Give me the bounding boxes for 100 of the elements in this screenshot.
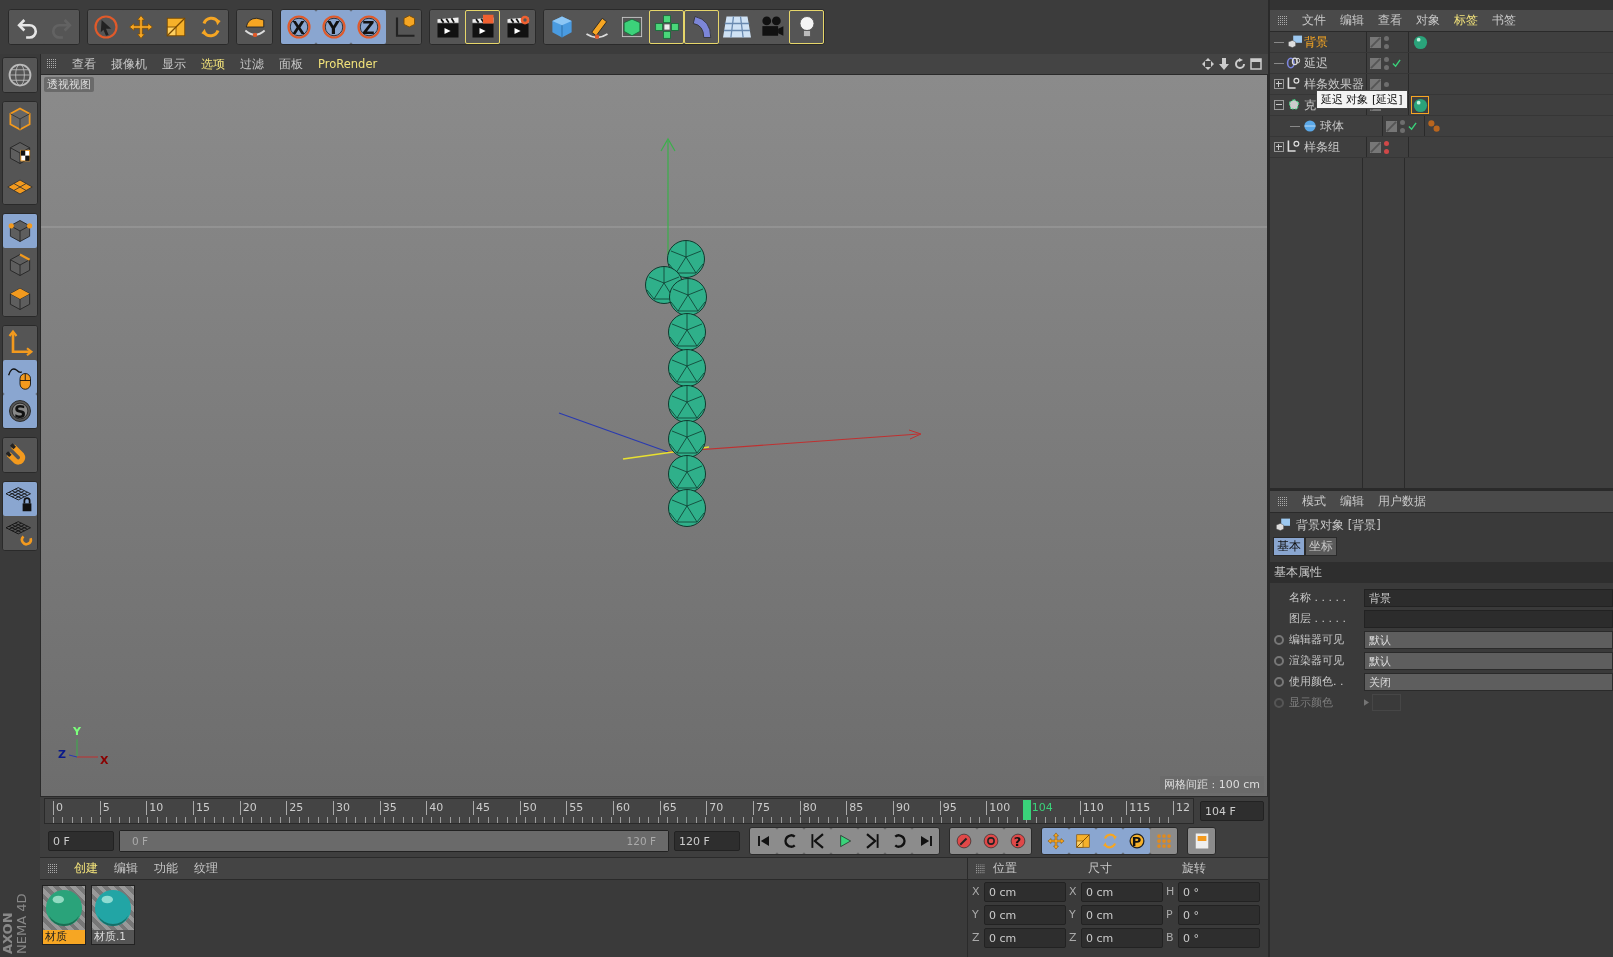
menu-item[interactable]: 功能 (154, 861, 178, 876)
material-tag[interactable] (1411, 33, 1429, 51)
menu-item[interactable]: 编辑 (1340, 494, 1364, 509)
size-field[interactable]: 0 cm (1081, 904, 1163, 925)
iron-button[interactable] (237, 10, 272, 44)
editor-visibility-dot[interactable] (1384, 81, 1389, 87)
maximize-view-icon[interactable] (1250, 58, 1262, 70)
renderviewer-button[interactable] (465, 10, 500, 44)
editor-visibility-dot[interactable] (1384, 140, 1389, 146)
layer-icon[interactable] (1370, 57, 1381, 69)
position-field[interactable]: 0 cm (984, 904, 1066, 925)
material-swatch[interactable]: 材质 (42, 885, 86, 945)
expand-toggle[interactable] (1274, 142, 1284, 152)
rotation-field[interactable]: 0 ° (1178, 927, 1260, 948)
check-icon[interactable] (1392, 58, 1401, 68)
menu-item[interactable]: 查看 (1378, 13, 1402, 28)
object-name[interactable]: 球体 (1320, 118, 1344, 134)
layer-icon[interactable] (1370, 78, 1381, 90)
menu-item[interactable]: 创建 (74, 861, 98, 876)
material-swatch[interactable]: 材质.1 (91, 885, 135, 945)
menu-item[interactable]: 编辑 (114, 861, 138, 876)
menu-item[interactable]: 显示 (162, 56, 186, 72)
last-button[interactable] (912, 828, 939, 854)
menu-item[interactable]: 摄像机 (111, 56, 147, 72)
layer-icon[interactable] (1386, 120, 1397, 132)
menu-item[interactable]: 过滤 (240, 56, 264, 72)
menu-item[interactable]: 面板 (279, 56, 303, 72)
dots-button[interactable] (1150, 828, 1177, 854)
frame-field[interactable]: 104 F (1200, 801, 1264, 821)
layout-button[interactable] (1188, 828, 1215, 854)
menu-item[interactable]: 标签 (1454, 13, 1478, 28)
points-button[interactable] (3, 214, 37, 248)
axis-button[interactable]: Y (316, 10, 351, 44)
animate-radio[interactable] (1274, 655, 1284, 666)
menu-item[interactable]: 书签 (1492, 13, 1516, 28)
object-name[interactable]: 背景 (1304, 34, 1328, 50)
viewport[interactable]: Y Z X 透视视图 网格间距 : 100 cm (40, 74, 1268, 797)
move-view-icon[interactable] (1202, 58, 1214, 70)
zoom-view-icon[interactable] (1218, 58, 1230, 70)
globe-button[interactable] (3, 58, 37, 92)
menu-item[interactable]: 文件 (1302, 13, 1326, 28)
bend-button[interactable] (684, 10, 719, 44)
bulb-button[interactable] (789, 10, 824, 44)
playhead[interactable] (1022, 800, 1031, 820)
animate-radio[interactable] (1274, 634, 1284, 645)
render-visibility-dot[interactable] (1384, 148, 1389, 154)
tab[interactable]: 基本 (1273, 537, 1305, 556)
menu-item[interactable]: 对象 (1416, 13, 1440, 28)
expand-toggle[interactable] (1274, 100, 1284, 110)
dropdown[interactable]: 关闭 (1364, 672, 1613, 691)
material-tag[interactable] (1411, 96, 1429, 114)
text-field[interactable] (1364, 609, 1613, 628)
text-field[interactable]: 背景 (1364, 588, 1613, 607)
position-field[interactable]: 0 cm (984, 881, 1066, 902)
expand-toggle[interactable] (1274, 79, 1284, 89)
first-button[interactable] (750, 828, 777, 854)
dropdown[interactable]: 默认 (1364, 651, 1613, 670)
end-frame-field[interactable]: 120 F (674, 831, 740, 851)
magnet-button[interactable] (3, 438, 37, 472)
start-frame-field[interactable]: 0 F (48, 831, 114, 851)
layer-icon[interactable] (1370, 141, 1381, 153)
position-field[interactable]: 0 cm (984, 927, 1066, 948)
record-button[interactable] (950, 828, 977, 854)
object-name[interactable]: 样条组 (1304, 139, 1340, 155)
object-name[interactable]: 延迟 (1304, 55, 1328, 71)
cloner-button[interactable] (649, 10, 684, 44)
pmode-button[interactable]: P (1123, 828, 1150, 854)
axis-button[interactable]: X (281, 10, 316, 44)
editor-visibility-dot[interactable] (1384, 56, 1389, 62)
editor-visibility-dot[interactable] (1384, 35, 1389, 41)
menu-item[interactable]: 编辑 (1340, 13, 1364, 28)
object-name[interactable]: 样条效果器 (1304, 76, 1364, 92)
keysel-button[interactable]: ? (1004, 828, 1031, 854)
render-visibility-dot[interactable] (1384, 43, 1389, 49)
menu-item[interactable]: 查看 (72, 56, 96, 72)
menu-item[interactable]: ProRender (318, 57, 378, 71)
dots-tag-icon[interactable] (1427, 119, 1441, 133)
check-icon[interactable] (1408, 121, 1417, 131)
tab[interactable]: 坐标 (1305, 537, 1337, 556)
layer-icon[interactable] (1370, 36, 1381, 48)
rotation-field[interactable]: 0 ° (1178, 881, 1260, 902)
rotate-view-icon[interactable] (1234, 58, 1246, 70)
menu-item[interactable]: 用户数据 (1378, 494, 1426, 509)
snap-button[interactable]: S (3, 394, 37, 428)
timeline-ruler[interactable]: 0 5 10 15 20 25 30 35 40 45 50 55 60 65 70 75 80 85 90 95 100 104 110 115 12 (44, 798, 1194, 824)
menu-item[interactable]: 选项 (201, 56, 225, 72)
animate-radio[interactable] (1274, 676, 1284, 687)
size-field[interactable]: 0 cm (1081, 881, 1163, 902)
render-visibility-dot[interactable] (1400, 127, 1405, 133)
menu-item[interactable]: 纹理 (194, 861, 218, 876)
dropdown[interactable]: 默认 (1364, 630, 1613, 649)
gridlock-button[interactable] (3, 482, 37, 516)
editor-visibility-dot[interactable] (1400, 119, 1405, 125)
rotation-field[interactable]: 0 ° (1178, 904, 1260, 925)
object-name[interactable]: 克 (1304, 97, 1316, 113)
axis-button[interactable]: Z (351, 10, 386, 44)
render-visibility-dot[interactable] (1384, 64, 1389, 70)
mouse-button[interactable] (3, 360, 37, 394)
size-field[interactable]: 0 cm (1081, 927, 1163, 948)
menu-item[interactable]: 模式 (1302, 494, 1326, 509)
